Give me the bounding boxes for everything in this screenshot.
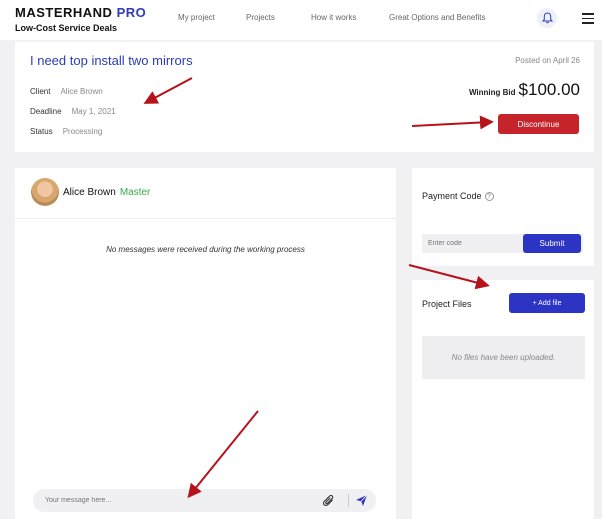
notifications-button[interactable] (537, 8, 557, 28)
chat-panel: Alice Brown Master No messages were recei… (15, 168, 396, 519)
nav-my-project[interactable]: My project (178, 13, 215, 22)
chat-user-name: Alice Brown (63, 187, 116, 198)
payment-code-label: Payment Code (422, 191, 482, 201)
payment-code-panel: Payment Code ? Submit (412, 168, 594, 266)
brand-name: MASTERHAND PRO (15, 5, 146, 20)
status-label: Status (30, 127, 53, 136)
empty-messages-text: No messages were received during the wor… (106, 245, 305, 254)
payment-code-title: Payment Code ? (422, 191, 494, 201)
paperclip-icon[interactable] (323, 494, 335, 507)
brand-main-text: MASTERHAND (15, 5, 113, 20)
deadline-value: May 1, 2021 (71, 107, 116, 116)
client-row: Client Alice Brown (30, 87, 103, 96)
brand-tagline: Low-Cost Service Deals (15, 23, 118, 33)
deadline-label: Deadline (30, 107, 62, 116)
status-value: Processing (62, 127, 103, 136)
bell-icon (541, 12, 553, 24)
brand-logo[interactable]: MASTERHAND PRO Low-Cost Service Deals (15, 5, 146, 33)
project-title: I need top install two mirrors (30, 53, 193, 68)
project-files-title: Project Files (422, 299, 472, 309)
no-files-message: No files have been uploaded. (422, 336, 585, 379)
user-badge: Master (119, 187, 151, 198)
payment-code-form: Submit (422, 234, 583, 253)
winning-bid-amount: $100.00 (518, 80, 580, 99)
top-navigation-bar: MASTERHAND PRO Low-Cost Service Deals My… (0, 0, 602, 40)
nav-projects[interactable]: Projects (246, 13, 275, 22)
menu-icon[interactable] (582, 13, 594, 27)
message-input[interactable] (45, 489, 295, 512)
brand-accent-text: PRO (116, 5, 147, 20)
nav-options-benefits[interactable]: Great Options and Benefits (389, 13, 486, 22)
winning-bid: Winning Bid $100.00 (469, 80, 580, 100)
discontinue-button[interactable]: Discontinue (498, 114, 579, 134)
info-icon[interactable]: ? (484, 191, 494, 201)
posted-date: Posted on April 26 (515, 56, 580, 65)
add-file-button[interactable]: + Add file (509, 293, 585, 313)
client-label: Client (30, 87, 51, 96)
client-value: Alice Brown (60, 87, 103, 96)
message-composer (33, 489, 376, 512)
status-row: Status Processing (30, 127, 102, 136)
deadline-row: Deadline May 1, 2021 (30, 107, 116, 116)
chat-header: Alice Brown Master (15, 168, 396, 219)
composer-divider (348, 494, 349, 507)
project-summary-card: I need top install two mirrors Posted on… (15, 42, 594, 152)
winning-bid-label: Winning Bid (468, 88, 516, 97)
send-icon[interactable] (355, 494, 368, 507)
payment-code-input[interactable] (428, 234, 518, 253)
project-files-panel: Project Files + Add file No files have b… (412, 280, 594, 519)
chat-user: Alice Brown Master (63, 187, 150, 198)
submit-button[interactable]: Submit (523, 234, 581, 253)
nav-how-it-works[interactable]: How it works (311, 13, 356, 22)
avatar (31, 178, 59, 206)
